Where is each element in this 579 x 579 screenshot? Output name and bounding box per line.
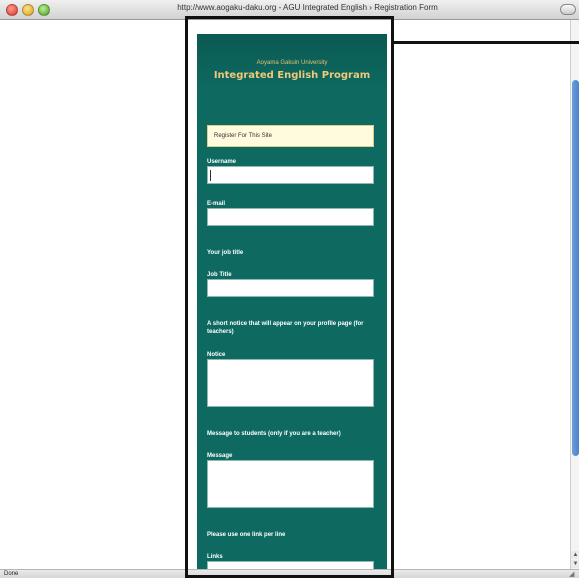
- message-label: Message: [207, 453, 233, 459]
- scroll-up-icon[interactable]: ▲: [571, 551, 579, 559]
- window-title: http://www.aogaku-daku.org - AGU Integra…: [177, 3, 438, 12]
- job-title-field[interactable]: [207, 279, 374, 297]
- highlight-connector-line: [393, 41, 579, 44]
- email-label: E-mail: [207, 201, 226, 207]
- toolbar-toggle-button[interactable]: [560, 4, 576, 15]
- maximize-icon[interactable]: [38, 4, 50, 16]
- username-label: Username: [207, 159, 237, 165]
- notice-section-heading: A short notice that will appear on your …: [207, 321, 364, 335]
- message-textarea[interactable]: [207, 460, 374, 508]
- scroll-down-icon[interactable]: ▼: [571, 560, 579, 568]
- job-section-heading: Your job title: [207, 250, 244, 256]
- links-label: Links: [207, 554, 223, 560]
- links-section-heading: Please use one link per line: [207, 532, 286, 538]
- register-intro-box: Register For This Site: [207, 125, 374, 147]
- job-title-label: Job Title: [207, 272, 232, 278]
- resize-grip-icon[interactable]: ◢: [569, 571, 577, 578]
- browser-viewport: Aoyama Gakuin University Integrated Engl…: [0, 20, 579, 569]
- status-bar: Done ◢: [0, 569, 579, 578]
- minimize-icon[interactable]: [22, 4, 34, 16]
- close-icon[interactable]: [6, 4, 18, 16]
- links-textarea[interactable]: [207, 561, 374, 569]
- window-titlebar: http://www.aogaku-daku.org - AGU Integra…: [0, 0, 579, 20]
- registration-page: Aoyama Gakuin University Integrated Engl…: [197, 34, 387, 569]
- notice-label: Notice: [207, 352, 226, 358]
- message-section-heading: Message to students (only if you are a t…: [207, 431, 341, 437]
- vertical-scrollbar[interactable]: ▲ ▼: [570, 20, 579, 569]
- username-field[interactable]: [207, 166, 374, 184]
- program-title: Integrated English Program: [213, 70, 371, 81]
- email-field[interactable]: [207, 208, 374, 226]
- notice-textarea[interactable]: [207, 359, 374, 407]
- university-name: Aoyama Gakuin University: [256, 60, 328, 66]
- scrollbar-thumb[interactable]: [572, 80, 579, 456]
- text-caret: [210, 170, 211, 181]
